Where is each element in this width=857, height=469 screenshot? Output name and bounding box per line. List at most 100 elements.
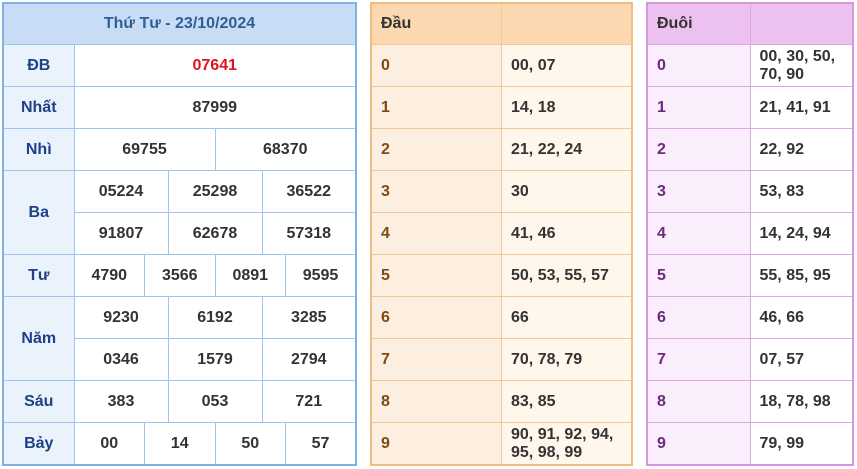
prize-row-special: ĐB 07641 bbox=[2, 44, 357, 87]
prize-number: 3285 bbox=[261, 296, 357, 339]
prize-label: ĐB bbox=[2, 44, 75, 87]
digit-key: 9 bbox=[370, 422, 502, 466]
tail-digit-header: Đuôi bbox=[646, 2, 854, 45]
head-digit-header: Đầu bbox=[370, 2, 633, 45]
digit-key: 9 bbox=[646, 422, 751, 466]
head-digit-header-blank bbox=[501, 2, 633, 45]
digit-key: 6 bbox=[370, 296, 502, 339]
prize-label: Tư bbox=[2, 254, 75, 297]
tail-digit-row: 7 07, 57 bbox=[646, 338, 854, 381]
prize-number: 9595 bbox=[285, 254, 357, 297]
digit-values: 00, 30, 50, 70, 90 bbox=[749, 44, 854, 87]
head-digit-row: 1 14, 18 bbox=[370, 86, 633, 129]
prize-row-sixth: Sáu 383 053 721 bbox=[2, 380, 357, 423]
draw-date-title: Thứ Tư - 23/10/2024 bbox=[2, 2, 357, 45]
digit-values: 53, 83 bbox=[749, 170, 854, 213]
tail-digit-row: 8 18, 78, 98 bbox=[646, 380, 854, 423]
digit-key: 1 bbox=[370, 86, 502, 129]
prize-number: 68370 bbox=[214, 128, 357, 171]
tail-digit-row: 4 14, 24, 94 bbox=[646, 212, 854, 255]
prize-number: 9230 bbox=[73, 296, 169, 339]
digit-values: 90, 91, 92, 94, 95, 98, 99 bbox=[501, 422, 633, 466]
prize-label: Nhì bbox=[2, 128, 75, 171]
digit-key: 4 bbox=[646, 212, 751, 255]
tail-digit-row: 5 55, 85, 95 bbox=[646, 254, 854, 297]
prize-number: 50 bbox=[214, 422, 286, 466]
tail-digit-header-blank bbox=[749, 2, 854, 45]
digit-key: 0 bbox=[370, 44, 502, 87]
head-digit-row: 0 00, 07 bbox=[370, 44, 633, 87]
digit-key: 0 bbox=[646, 44, 751, 87]
prize-row-third: Ba 05224 25298 36522 bbox=[2, 170, 357, 255]
tail-digit-row: 9 79, 99 bbox=[646, 422, 854, 466]
prize-number: 07641 bbox=[73, 44, 357, 87]
head-digit-row: 8 83, 85 bbox=[370, 380, 633, 423]
prize-number: 721 bbox=[261, 380, 357, 423]
digit-key: 6 bbox=[646, 296, 751, 339]
digit-values: 70, 78, 79 bbox=[501, 338, 633, 381]
digit-key: 2 bbox=[646, 128, 751, 171]
digit-values: 00, 07 bbox=[501, 44, 633, 87]
digit-values: 55, 85, 95 bbox=[749, 254, 854, 297]
prize-row-fifth: Năm 9230 6192 3285 bbox=[2, 296, 357, 381]
digit-values: 21, 22, 24 bbox=[501, 128, 633, 171]
head-digit-row: 6 66 bbox=[370, 296, 633, 339]
tail-digit-row: 3 53, 83 bbox=[646, 170, 854, 213]
digit-values: 07, 57 bbox=[749, 338, 854, 381]
prize-number: 383 bbox=[73, 380, 169, 423]
tail-digit-row: 2 22, 92 bbox=[646, 128, 854, 171]
prize-number: 05224 bbox=[73, 170, 169, 213]
prize-number: 25298 bbox=[167, 170, 263, 213]
prize-row-seventh: Bảy 00 14 50 57 bbox=[2, 422, 357, 466]
digit-values: 14, 24, 94 bbox=[749, 212, 854, 255]
prize-label: Ba bbox=[2, 170, 75, 255]
digit-key: 7 bbox=[370, 338, 502, 381]
prize-label: Sáu bbox=[2, 380, 75, 423]
digit-key: 8 bbox=[646, 380, 751, 423]
prize-number: 1579 bbox=[167, 338, 263, 381]
prize-row-second: Nhì 69755 68370 bbox=[2, 128, 357, 171]
digit-values: 18, 78, 98 bbox=[749, 380, 854, 423]
prize-row-first: Nhất 87999 bbox=[2, 86, 357, 129]
prize-number: 87999 bbox=[73, 86, 357, 129]
prize-number: 57318 bbox=[261, 212, 357, 255]
digit-values: 14, 18 bbox=[501, 86, 633, 129]
digit-key: 3 bbox=[370, 170, 502, 213]
prize-number: 91807 bbox=[73, 212, 169, 255]
tail-digit-title: Đuôi bbox=[646, 2, 751, 45]
prize-row-fourth: Tư 4790 3566 0891 9595 bbox=[2, 254, 357, 297]
head-digit-row: 7 70, 78, 79 bbox=[370, 338, 633, 381]
prize-number: 57 bbox=[285, 422, 357, 466]
head-digit-row: 2 21, 22, 24 bbox=[370, 128, 633, 171]
digit-key: 4 bbox=[370, 212, 502, 255]
prize-number: 62678 bbox=[167, 212, 263, 255]
digit-key: 1 bbox=[646, 86, 751, 129]
digit-key: 2 bbox=[370, 128, 502, 171]
tail-digit-table: Đuôi 0 00, 30, 50, 70, 90 1 21, 41, 91 2 22… bbox=[646, 2, 854, 466]
head-digit-row: 9 90, 91, 92, 94, 95, 98, 99 bbox=[370, 422, 633, 466]
prize-number: 36522 bbox=[261, 170, 357, 213]
digit-key: 5 bbox=[370, 254, 502, 297]
prize-number: 2794 bbox=[261, 338, 357, 381]
digit-key: 8 bbox=[370, 380, 502, 423]
prize-label: Năm bbox=[2, 296, 75, 381]
digit-values: 30 bbox=[501, 170, 633, 213]
prize-table-header: Thứ Tư - 23/10/2024 bbox=[2, 2, 357, 45]
prize-table: Thứ Tư - 23/10/2024 ĐB 07641 Nhất 87999 … bbox=[2, 2, 357, 466]
head-digit-row: 5 50, 53, 55, 57 bbox=[370, 254, 633, 297]
digit-key: 3 bbox=[646, 170, 751, 213]
prize-number: 69755 bbox=[73, 128, 216, 171]
prize-number: 4790 bbox=[73, 254, 145, 297]
digit-values: 41, 46 bbox=[501, 212, 633, 255]
prize-number: 0346 bbox=[73, 338, 169, 381]
prize-number: 053 bbox=[167, 380, 263, 423]
prize-label: Bảy bbox=[2, 422, 75, 466]
digit-values: 50, 53, 55, 57 bbox=[501, 254, 633, 297]
digit-key: 5 bbox=[646, 254, 751, 297]
head-digit-title: Đầu bbox=[370, 2, 502, 45]
prize-number: 0891 bbox=[214, 254, 286, 297]
prize-number: 6192 bbox=[167, 296, 263, 339]
prize-number: 3566 bbox=[144, 254, 216, 297]
tail-digit-row: 0 00, 30, 50, 70, 90 bbox=[646, 44, 854, 87]
head-digit-row: 3 30 bbox=[370, 170, 633, 213]
